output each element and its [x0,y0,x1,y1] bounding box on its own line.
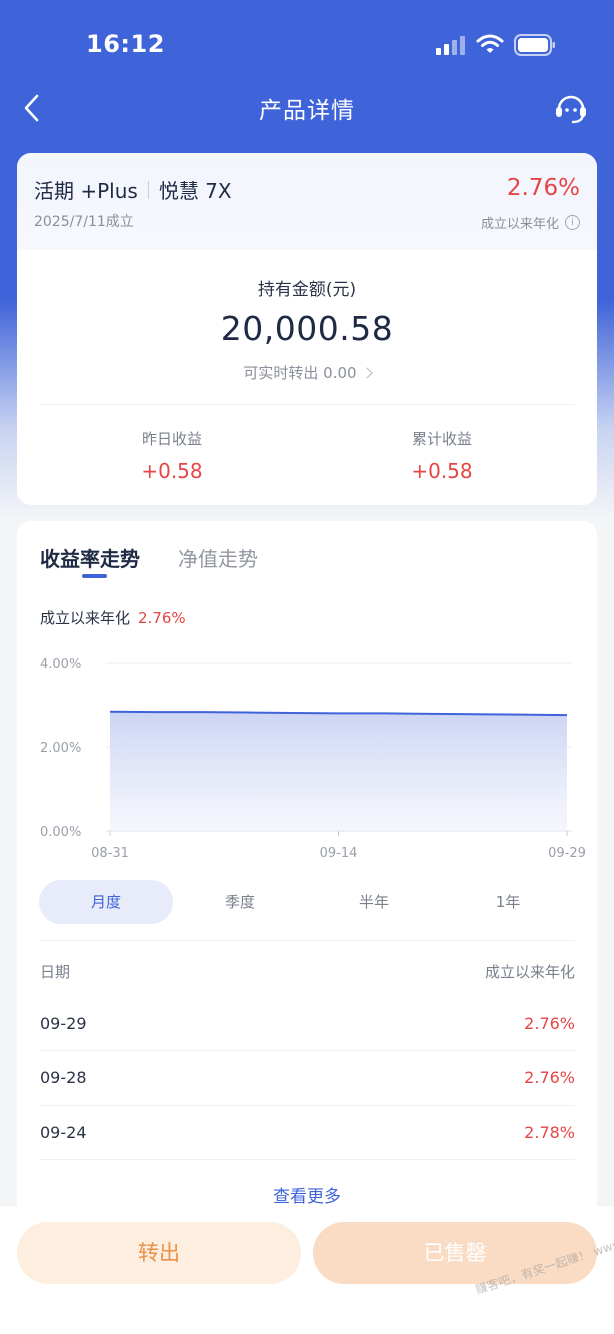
holding-amount-label: 持有金额(元) [257,280,357,300]
rate-label: 成立以来年化 i [481,213,580,232]
row-rate: 2.78% [524,1123,575,1142]
info-icon[interactable]: i [565,215,580,230]
yesterday-earnings-label: 昨日收益 [141,430,202,448]
cellular-signal-icon [436,35,468,55]
rate-summary: 成立以来年化 2.76% [40,607,186,628]
x-tick-label: 09-29 [548,846,586,861]
row-rate: 2.76% [524,1014,575,1033]
total-earnings-value: +0.58 [411,459,473,483]
holding-card: 活期 +Plus 悦慧 7X 2025/7/11成立 2.76% 成立以来年化 … [17,153,597,505]
rate-summary-value: 2.76% [138,609,186,627]
yesterday-earnings-value: +0.58 [141,459,203,483]
wifi-icon [476,34,504,53]
x-tick-label: 08-31 [91,846,129,861]
page-title: 产品详情 [259,98,355,124]
trend-card: 收益率走势 净值走势 成立以来年化 2.76% 0.00% 2.00% 4.00% 08… [17,521,597,1221]
transfer-out-button[interactable]: 转出 [17,1222,301,1284]
divider [39,404,575,405]
yield-chart: 0.00% 2.00% 4.00% 08-31 09-14 09-29 [40,657,586,861]
row-rate: 2.76% [524,1068,575,1087]
battery-icon [514,34,555,56]
divider [40,1159,575,1160]
status-time: 16:12 [86,30,165,58]
see-more-link[interactable]: 查看更多 [17,1182,597,1207]
total-earnings: 累计收益 +0.58 [297,428,587,483]
period-tab-quarter[interactable]: 季度 [173,880,307,924]
status-bar: 16:12 [0,0,614,90]
period-tab-month[interactable]: 月度 [39,880,173,924]
tab-nav-trend[interactable]: 净值走势 [178,543,258,572]
list-item: 09-29 2.76% [40,997,575,1051]
list-item: 09-24 2.78% [40,1106,575,1160]
product-annualized-rate: 2.76% [506,175,580,201]
customer-service-icon[interactable] [552,89,590,127]
rate-label-text: 成立以来年化 [480,217,559,232]
row-date: 09-29 [40,1014,87,1033]
list-header-rate: 成立以来年化 [484,963,575,981]
list-header-date: 日期 [40,963,71,981]
sold-out-button[interactable]: 已售罄 [313,1222,597,1284]
period-tab-half-year[interactable]: 半年 [307,880,441,924]
total-earnings-label: 累计收益 [411,430,472,448]
navigation-bar: 产品详情 [0,80,614,136]
divider [40,940,575,941]
transferable-link[interactable]: 可实时转出 0.00 [17,362,597,383]
list-header: 日期 成立以来年化 [40,961,575,982]
row-date: 09-24 [40,1123,87,1142]
divider [147,180,149,199]
y-tick-label: 0.00% [40,825,81,840]
transferable-text: 可实时转出 0.00 [243,364,357,382]
active-tab-indicator [82,574,107,578]
product-header: 活期 +Plus 悦慧 7X 2025/7/11成立 2.76% 成立以来年化 … [17,153,597,250]
period-tab-year[interactable]: 1年 [441,880,575,924]
x-tick-label: 09-14 [320,846,358,861]
row-date: 09-28 [40,1068,87,1087]
y-tick-label: 2.00% [40,741,81,756]
series-area [110,711,567,831]
product-brand: 悦慧 7X [158,179,232,203]
holding-amount: 20,000.58 [220,309,394,348]
yesterday-earnings: 昨日收益 +0.58 [27,428,317,483]
product-name: 活期 +Plus 悦慧 7X [34,175,232,204]
rate-summary-label: 成立以来年化 [40,609,131,627]
product-type: 活期 +Plus [34,179,138,203]
chevron-right-icon [360,367,373,379]
y-tick-label: 4.00% [40,657,81,672]
list-item: 09-28 2.76% [40,1051,575,1105]
product-established-date: 2025/7/11成立 [34,214,134,230]
tab-yield-trend[interactable]: 收益率走势 [40,543,140,572]
